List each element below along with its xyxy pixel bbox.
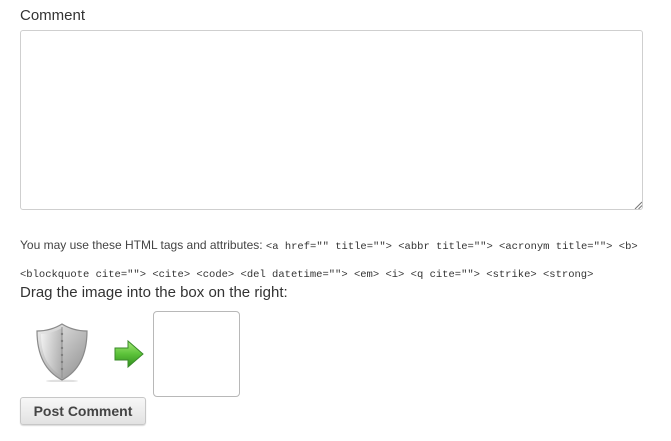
arrow-right-icon xyxy=(114,339,144,369)
shield-icon[interactable] xyxy=(34,322,90,382)
resize-grip-icon[interactable] xyxy=(634,201,642,209)
captcha-drop-box[interactable] xyxy=(153,311,240,397)
allowed-tags-list-line1: <a href="" title=""> <abbr title=""> <ac… xyxy=(265,241,638,253)
comment-textarea[interactable] xyxy=(20,30,643,210)
allowed-tags-note: You may use these HTML tags and attribut… xyxy=(20,232,650,288)
comment-label: Comment xyxy=(20,7,86,24)
allowed-tags-intro: You may use these HTML tags and attribut… xyxy=(20,238,263,252)
post-comment-button[interactable]: Post Comment xyxy=(20,397,146,425)
allowed-tags-list-line2: <blockquote cite=""> <cite> <code> <del … xyxy=(20,269,594,281)
captcha-instruction: Drag the image into the box on the right… xyxy=(20,284,288,301)
